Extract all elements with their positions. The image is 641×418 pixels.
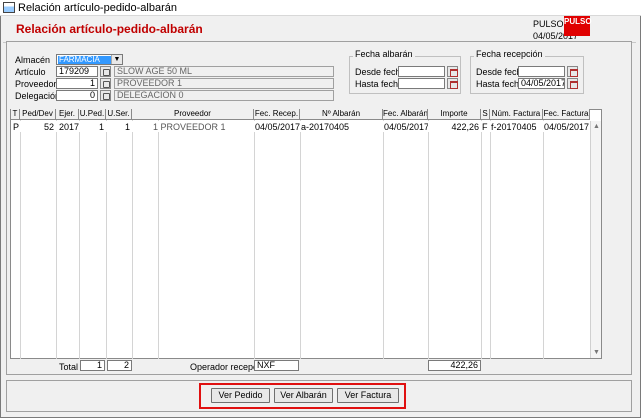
recepcion-desde-input[interactable]	[518, 66, 565, 77]
operador-recepcion-value: NXF	[254, 360, 299, 371]
albaran-hasta-input[interactable]	[398, 78, 445, 89]
total-u-ser: 2	[107, 360, 132, 371]
articulo-description: SLOW AGE 50 ML	[114, 66, 334, 77]
cell-importe: 422,26	[451, 122, 479, 132]
column-header-importe[interactable]: Importe	[428, 109, 481, 120]
form-title: Relación artículo-pedido-albarán	[16, 22, 203, 36]
almacen-select[interactable]: FARMACIA ▼	[56, 54, 123, 65]
ver-albaran-button[interactable]: Ver Albarán	[274, 388, 333, 403]
recepcion-hasta-label: Hasta fecha	[476, 79, 525, 89]
cell-fec-recep: 04/05/2017	[255, 122, 300, 132]
total-importe: 422,26	[428, 360, 481, 371]
articulo-label: Artículo	[15, 67, 46, 77]
grid-vertical-scrollbar[interactable]: ▲ ▼	[590, 121, 601, 358]
column-header-num-factura[interactable]: Núm. Factura	[490, 109, 543, 120]
fecha-recepcion-title: Fecha recepción	[474, 49, 545, 59]
ver-factura-button[interactable]: Ver Factura	[337, 388, 399, 403]
delegacion-lookup-icon[interactable]	[100, 90, 111, 101]
grid-column-divider	[158, 120, 159, 359]
grid-column-divider	[254, 120, 255, 359]
proveedor-description: PROVEEDOR 1	[114, 78, 334, 89]
total-label: Total	[59, 362, 79, 372]
ver-pedido-button[interactable]: Ver Pedido	[211, 388, 270, 403]
recepcion-hasta-calendar-icon[interactable]	[567, 78, 578, 89]
grid-column-divider	[383, 120, 384, 359]
chevron-down-icon[interactable]: ▼	[111, 55, 122, 64]
grid-column-divider	[481, 120, 482, 359]
delegacion-code-input[interactable]: 0	[56, 90, 98, 101]
grid-column-divider	[428, 120, 429, 359]
cell-proveedor: 1 PROVEEDOR 1	[153, 122, 226, 132]
proveedor-code-input[interactable]: 1	[56, 78, 98, 89]
articulo-lookup-icon[interactable]	[100, 66, 111, 77]
grid-column-divider	[79, 120, 80, 359]
almacen-label: Almacén	[15, 55, 51, 65]
scroll-up-icon[interactable]: ▲	[592, 122, 601, 131]
delegacion-label: Delegación	[15, 91, 61, 101]
grid-column-divider	[490, 120, 491, 359]
cell-t: P	[13, 122, 20, 132]
albaran-desde-calendar-icon[interactable]	[447, 66, 458, 77]
cell-num-factura: f-20170405	[491, 122, 537, 132]
column-header-fec-recep[interactable]: Fec. Recep.	[254, 109, 300, 120]
window-title: Relación artículo-pedido-albarán	[18, 2, 177, 14]
fecha-albaran-title: Fecha albarán	[353, 49, 415, 59]
proveedor-lookup-icon[interactable]	[100, 78, 111, 89]
grid-column-divider	[20, 120, 21, 359]
column-header-ejer[interactable]: Ejer.	[56, 109, 79, 120]
proveedor-label: Proveedor	[15, 79, 57, 89]
column-header-u-ser[interactable]: U.Ser.	[106, 109, 132, 120]
column-header-proveedor[interactable]: Proveedor	[132, 109, 254, 120]
recepcion-desde-calendar-icon[interactable]	[567, 66, 578, 77]
total-u-ped: 1	[80, 360, 105, 371]
scroll-down-icon[interactable]: ▼	[592, 348, 601, 357]
cell-num-albaran: a-20170405	[301, 122, 350, 132]
albaran-hasta-calendar-icon[interactable]	[447, 78, 458, 89]
albaran-hasta-label: Hasta fecha	[355, 79, 404, 89]
column-header-fec-factura[interactable]: Fec. Factura	[543, 109, 590, 120]
column-header-s[interactable]: S	[481, 109, 490, 120]
articulo-code-input[interactable]: 179209	[56, 66, 98, 77]
column-header-num-albaran[interactable]: Nº Albarán	[300, 109, 383, 120]
cell-fec-albaran: 04/05/2017	[384, 122, 428, 132]
column-header-ped-dev[interactable]: Ped/Dev	[20, 109, 56, 120]
cell-ped-dev: 52	[43, 122, 54, 132]
cell-u-ser: 1	[124, 122, 130, 132]
grid-column-divider	[300, 120, 301, 359]
almacen-selected-value: FARMACIA	[58, 56, 111, 64]
column-header-fec-albaran[interactable]: Fec. Albarán	[383, 109, 428, 120]
results-grid[interactable]	[10, 109, 602, 359]
delegacion-description: DELEGACION 0	[114, 90, 334, 101]
grid-column-divider	[132, 120, 133, 359]
recepcion-hasta-input[interactable]: 04/05/2017	[518, 78, 565, 89]
column-header-t[interactable]: T	[11, 109, 20, 120]
cell-s: F	[482, 122, 488, 132]
cell-fec-factura: 04/05/2017	[544, 122, 590, 132]
cell-u-ped: 1	[98, 122, 104, 132]
cell-ejer: 2017	[59, 122, 79, 132]
grid-column-divider	[56, 120, 57, 359]
albaran-desde-input[interactable]	[398, 66, 445, 77]
app-window-icon	[3, 2, 15, 13]
column-header-u-ped[interactable]: U.Ped.	[79, 109, 106, 120]
grid-column-divider	[106, 120, 107, 359]
app-name: PULSO	[533, 19, 564, 29]
pulso-logo: PULSO	[564, 16, 592, 36]
grid-column-divider	[543, 120, 544, 359]
